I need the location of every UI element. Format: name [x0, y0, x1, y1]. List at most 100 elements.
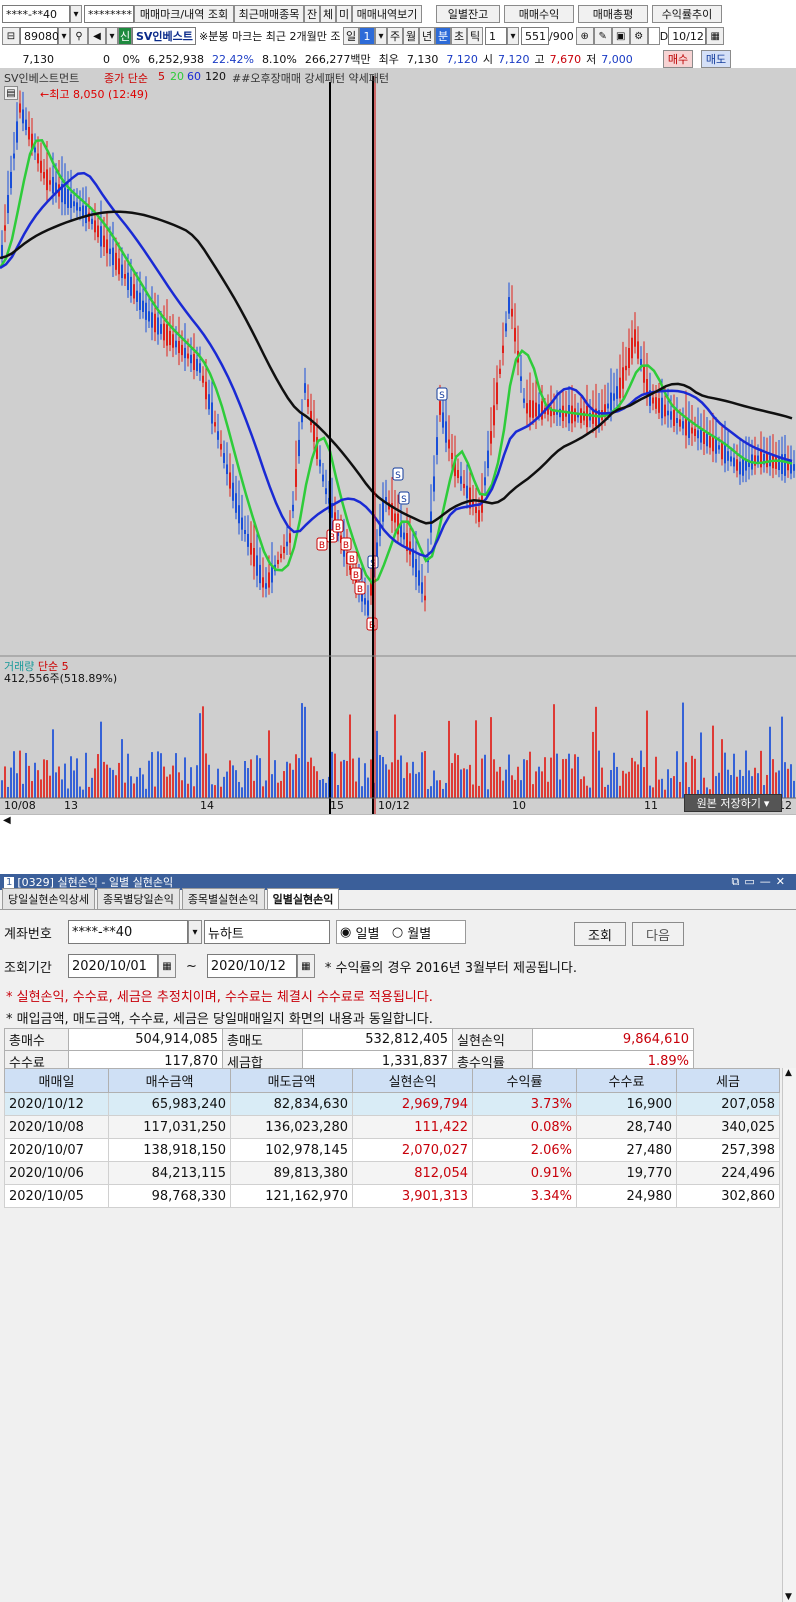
table-row[interactable]: 2020/10/05 98,768,330 121,162,970 3,901,…	[4, 1184, 780, 1208]
volume-bar	[349, 714, 351, 798]
chevron-down-icon[interactable]: ▾	[70, 5, 82, 23]
fee: 19,770	[576, 1161, 677, 1185]
volume-bar	[502, 780, 504, 798]
trade-profit-button[interactable]: 매매수익	[504, 5, 574, 23]
trade-marks-button[interactable]: 매매마크/내역 조회	[134, 5, 234, 23]
tab-daily-realized[interactable]: 일별실현손익	[266, 888, 340, 909]
return-trend-button[interactable]: 수익률추이	[652, 5, 722, 23]
vertical-scrollbar[interactable]: ▲ ▼	[782, 1068, 796, 1602]
checkbox-label-d: D	[659, 29, 669, 43]
zoom-icon[interactable]: ⊕	[575, 27, 594, 45]
executed-button[interactable]: 체	[320, 5, 336, 23]
interval-input[interactable]: 1	[485, 27, 507, 45]
column-header[interactable]: 매도금액	[230, 1068, 353, 1093]
account-select[interactable]: ****-**40	[2, 5, 70, 23]
column-header[interactable]: 실현손익	[352, 1068, 473, 1093]
buy-button[interactable]: 매수	[663, 50, 693, 68]
chart-settings-icon[interactable]: ▤	[4, 86, 18, 100]
candle-body	[49, 180, 51, 185]
tab-item-realized[interactable]: 종목별실현손익	[181, 888, 265, 909]
candle-body	[220, 443, 222, 450]
table-row[interactable]: 2020/10/06 84,213,115 89,813,380 812,054…	[4, 1161, 780, 1185]
chart-icon[interactable]: ⊟	[2, 27, 20, 45]
period-month[interactable]: 월	[403, 27, 419, 45]
candle-body	[706, 433, 708, 447]
period-week[interactable]: 주	[387, 27, 403, 45]
radio-monthly-icon[interactable]: ○	[392, 925, 403, 940]
scroll-left-icon[interactable]: ◀	[3, 815, 11, 826]
column-header[interactable]: 세금	[676, 1068, 780, 1093]
volume-bar	[601, 767, 603, 798]
checkbox[interactable]	[647, 27, 660, 45]
calendar-icon[interactable]: ▦	[158, 954, 176, 978]
period-year[interactable]: 년	[419, 27, 435, 45]
column-header[interactable]: 수수료	[576, 1068, 677, 1093]
tab-item-today[interactable]: 종목별당일손익	[96, 888, 180, 909]
column-header[interactable]: 수익률	[472, 1068, 577, 1093]
sell-button[interactable]: 매도	[701, 50, 731, 68]
password-field[interactable]: ********	[84, 5, 134, 23]
table-row[interactable]: 2020/10/08 117,031,250 136,023,280 111,4…	[4, 1115, 780, 1139]
period-second[interactable]: 초	[451, 27, 467, 45]
period-tick[interactable]: 틱	[467, 27, 483, 45]
chevron-down-icon[interactable]: ▾	[375, 27, 387, 45]
volume-bar	[412, 761, 414, 798]
candle-body	[571, 405, 573, 424]
table-row[interactable]: 2020/10/07 138,918,150 102,978,145 2,070…	[4, 1138, 780, 1162]
period-day[interactable]: 일	[343, 27, 359, 45]
volume-bar	[277, 782, 279, 798]
unexecuted-button[interactable]: 미	[336, 5, 352, 23]
period-minute[interactable]: 분	[435, 27, 451, 45]
calendar-icon[interactable]: ▦	[296, 954, 315, 978]
chevron-down-icon[interactable]: ▾	[507, 27, 519, 45]
volume-bar	[307, 761, 309, 798]
trade-summary-button[interactable]: 매매총평	[578, 5, 648, 23]
horizontal-scrollbar[interactable]: ◀	[0, 814, 796, 828]
column-header[interactable]: 매수금액	[108, 1068, 231, 1093]
recent-items-button[interactable]: 최근매매종목	[234, 5, 304, 23]
chevron-down-icon[interactable]: ▾	[106, 27, 118, 45]
volume-bar	[187, 783, 189, 798]
balance-button[interactable]: 잔	[304, 5, 320, 23]
trade-history-button[interactable]: 매매내역보기	[352, 5, 422, 23]
scroll-up-icon[interactable]: ▲	[785, 1068, 792, 1078]
volume-bar	[136, 776, 138, 798]
stock-code-input[interactable]: 89080	[20, 27, 59, 45]
radio-monthly-label[interactable]: 월별	[407, 923, 431, 942]
gear-icon[interactable]: ⚙	[629, 27, 648, 45]
radio-daily-icon[interactable]: ◉	[340, 925, 351, 940]
chevron-down-icon[interactable]: ▾	[58, 27, 70, 45]
speaker-icon[interactable]: ◀	[88, 27, 106, 45]
period-day-count[interactable]: 1	[359, 27, 375, 45]
daily-balance-button[interactable]: 일별잔고	[436, 5, 500, 23]
window-controls[interactable]: ⧉▭—✕	[732, 875, 790, 889]
volume-bar	[400, 755, 402, 798]
candle-body	[250, 542, 252, 555]
volume-bar	[523, 759, 525, 798]
volume-bar	[649, 785, 651, 798]
next-button[interactable]: 다음	[632, 922, 684, 946]
calendar-icon[interactable]: ▦	[706, 27, 725, 45]
volume-bar	[547, 781, 549, 798]
radio-daily-label[interactable]: 일별	[355, 923, 379, 942]
volume-bar	[67, 788, 69, 798]
date-to-input[interactable]: 2020/10/12	[206, 954, 297, 978]
scroll-down-icon[interactable]: ▼	[785, 1592, 792, 1602]
tab-today-detail[interactable]: 당일실현손익상세	[2, 888, 95, 909]
stock-chart[interactable]: BBBBBBBBSSSS SV인베스트먼트 종가 단순 5 20 60 120 …	[0, 68, 796, 828]
table-row[interactable]: 2020/10/12 65,983,240 82,834,630 2,969,7…	[4, 1092, 780, 1116]
column-header[interactable]: 매매일	[4, 1068, 109, 1093]
volume-bar	[613, 752, 615, 798]
account-select[interactable]: ****-**40	[68, 920, 188, 944]
volume-bar	[61, 779, 63, 798]
data-count-input[interactable]: 551	[521, 27, 549, 45]
search-icon[interactable]: ⚲	[70, 27, 88, 45]
save-icon[interactable]: ▣	[611, 27, 630, 45]
date-from-input[interactable]: 2020/10/01	[68, 954, 158, 978]
save-original-button[interactable]: 원본 저장하기 ▾	[684, 794, 782, 812]
tool-icon[interactable]: ✎	[593, 27, 612, 45]
query-button[interactable]: 조회	[574, 922, 626, 946]
date-input[interactable]: 10/12	[668, 27, 707, 45]
chevron-down-icon[interactable]: ▾	[188, 920, 202, 944]
volume-bar	[640, 750, 642, 798]
